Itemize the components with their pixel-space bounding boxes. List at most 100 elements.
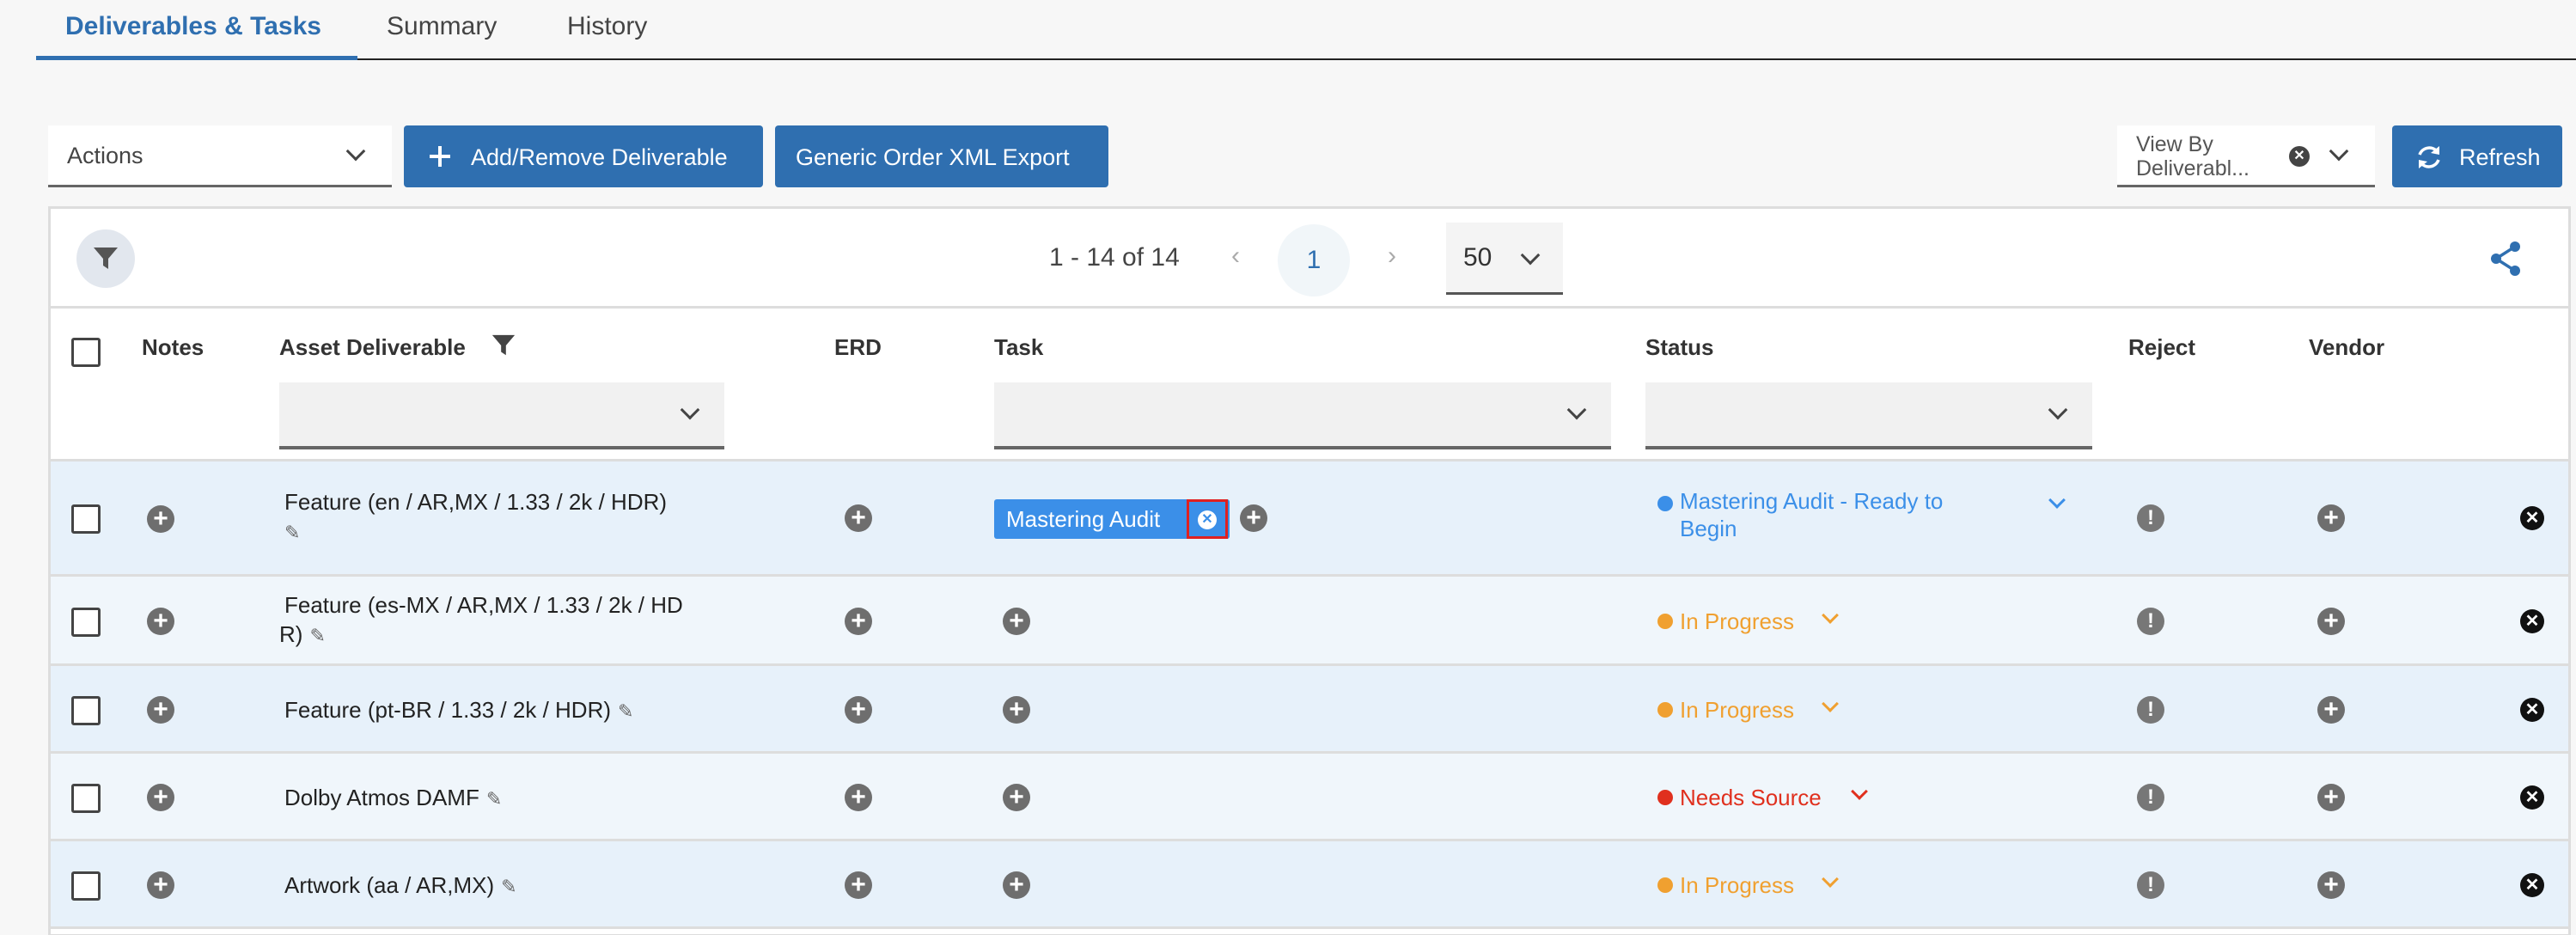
row-checkbox[interactable] (71, 608, 101, 637)
column-header-erd: ERD (834, 334, 882, 360)
row-checkbox[interactable] (71, 784, 101, 813)
add-remove-deliverable-button[interactable]: Add/Remove Deliverable (404, 125, 763, 187)
actions-dropdown[interactable]: Actions (48, 125, 392, 187)
delete-row-icon[interactable]: ✕ (2520, 698, 2544, 722)
grid-header: Notes Asset Deliverable ERD Task Status … (51, 309, 2568, 461)
share-icon[interactable] (2487, 240, 2525, 278)
actions-label: Actions (67, 143, 143, 168)
view-by-select[interactable]: View By Deliverabl... ✕ (2117, 125, 2375, 187)
add-erd-icon[interactable]: + (845, 608, 872, 635)
status-chevron-icon[interactable] (1822, 871, 1839, 888)
add-erd-icon[interactable]: + (845, 784, 872, 811)
status-text: In Progress (1680, 872, 1794, 898)
asset-deliverable-text: Feature (pt-BR / 1.33 / 2k / HDR) (284, 697, 612, 723)
add-erd-icon[interactable]: + (845, 504, 872, 532)
reject-icon[interactable]: ! (2137, 504, 2164, 532)
delete-row-icon[interactable]: ✕ (2520, 609, 2544, 633)
asset-deliverable-name: Feature (pt-BR / 1.33 / 2k / HDR) ✎ (284, 695, 633, 726)
column-filter-icon[interactable] (491, 333, 516, 358)
view-by-label: View By (2136, 132, 2213, 156)
chevron-down-icon[interactable] (2329, 141, 2349, 162)
page-size-value: 50 (1463, 243, 1492, 272)
table-row: + Feature (pt-BR / 1.33 / 2k / HDR) ✎ + +… (51, 666, 2568, 754)
status-dot (1657, 790, 1673, 805)
edit-pencil-icon[interactable]: ✎ (486, 785, 502, 814)
column-header-vendor: Vendor (2309, 334, 2385, 360)
clear-icon[interactable]: ✕ (2289, 146, 2310, 167)
add-vendor-icon[interactable]: + (2317, 608, 2345, 635)
add-task-icon[interactable]: + (1003, 608, 1030, 635)
view-by-value: Deliverabl... (2136, 156, 2249, 180)
asset-deliverable-name: Artwork (aa / AR,MX) ✎ (284, 871, 517, 901)
status-value[interactable]: Needs Source (1680, 784, 1822, 811)
chevron-down-icon (1566, 400, 1587, 420)
add-vendor-icon[interactable]: + (2317, 696, 2345, 724)
row-checkbox[interactable] (71, 696, 101, 725)
select-all-checkbox[interactable] (71, 338, 101, 367)
add-note-icon[interactable]: + (147, 608, 174, 635)
xml-export-label: Generic Order XML Export (796, 144, 1070, 170)
reject-icon[interactable]: ! (2137, 696, 2164, 724)
add-note-icon[interactable]: + (147, 871, 174, 899)
delete-row-icon[interactable]: ✕ (2520, 506, 2544, 530)
refresh-button[interactable]: Refresh (2392, 125, 2562, 187)
reject-icon[interactable]: ! (2137, 608, 2164, 635)
column-header-task: Task (994, 334, 1044, 360)
status-filter-select[interactable] (1645, 382, 2092, 449)
prev-page-icon[interactable]: ‹ (1231, 241, 1240, 271)
reject-icon[interactable]: ! (2137, 871, 2164, 899)
add-task-icon[interactable]: + (1240, 504, 1267, 532)
generic-order-xml-export-button[interactable]: Generic Order XML Export (775, 125, 1108, 187)
add-task-icon[interactable]: + (1003, 784, 1030, 811)
column-header-notes: Notes (142, 334, 204, 360)
edit-pencil-icon[interactable]: ✎ (618, 697, 633, 726)
status-chevron-icon[interactable] (1822, 607, 1839, 624)
close-icon: ✕ (1198, 510, 1217, 529)
next-page-icon[interactable]: › (1388, 241, 1396, 271)
status-value[interactable]: In Progress (1680, 696, 1794, 724)
add-erd-icon[interactable]: + (845, 696, 872, 724)
chevron-down-icon (345, 141, 366, 162)
remove-task-icon[interactable]: ✕ (1187, 499, 1228, 539)
status-value[interactable]: In Progress (1680, 871, 1794, 899)
status-chevron-icon[interactable] (2048, 492, 2066, 509)
current-page[interactable]: 1 (1278, 224, 1350, 296)
asset-deliverable-name: Feature (es-MX / AR,MX / 1.33 / 2k / HD … (279, 590, 683, 651)
pagination-range: 1 - 14 of 14 (1049, 243, 1180, 272)
asset-deliverable-name: Feature (en / AR,MX / 1.33 / 2k / HDR) ✎ (284, 487, 667, 547)
add-vendor-icon[interactable]: + (2317, 784, 2345, 811)
task-filter-select[interactable] (994, 382, 1611, 449)
status-chevron-icon[interactable] (1822, 695, 1839, 712)
tab-summary[interactable]: Summary (387, 12, 497, 41)
status-value[interactable]: Mastering Audit - Ready to Begin (1680, 487, 1943, 542)
reject-icon[interactable]: ! (2137, 784, 2164, 811)
table-row: + Dolby Atmos DAMF ✎ + + Needs Source ! +… (51, 754, 2568, 841)
asset-deliverable-text: Feature (es-MX / AR,MX / 1.33 / 2k / HD (284, 592, 683, 618)
row-checkbox[interactable] (71, 504, 101, 534)
tab-history[interactable]: History (567, 12, 647, 41)
delete-row-icon[interactable]: ✕ (2520, 785, 2544, 810)
add-task-icon[interactable]: + (1003, 696, 1030, 724)
row-checkbox[interactable] (71, 871, 101, 901)
filter-toggle-button[interactable] (76, 229, 135, 288)
add-vendor-icon[interactable]: + (2317, 504, 2345, 532)
refresh-icon (2418, 146, 2440, 168)
tab-deliverables-tasks[interactable]: Deliverables & Tasks (65, 12, 321, 41)
add-vendor-icon[interactable]: + (2317, 871, 2345, 899)
add-task-icon[interactable]: + (1003, 871, 1030, 899)
status-chevron-icon[interactable] (1851, 783, 1868, 800)
add-erd-icon[interactable]: + (845, 871, 872, 899)
page-size-select[interactable]: 50 (1446, 223, 1563, 295)
edit-pencil-icon[interactable]: ✎ (501, 872, 516, 901)
asset-deliverable-filter-select[interactable] (279, 382, 724, 449)
chevron-down-icon (1520, 245, 1541, 266)
edit-pencil-icon[interactable]: ✎ (309, 621, 325, 651)
status-value[interactable]: In Progress (1680, 608, 1794, 635)
edit-pencil-icon[interactable]: ✎ (284, 518, 300, 547)
delete-row-icon[interactable]: ✕ (2520, 873, 2544, 897)
add-note-icon[interactable]: + (147, 505, 174, 533)
add-note-icon[interactable]: + (147, 784, 174, 811)
add-note-icon[interactable]: + (147, 696, 174, 724)
asset-deliverable-text: Feature (en / AR,MX / 1.33 / 2k / HDR) (284, 489, 668, 515)
status-text: In Progress (1680, 608, 1794, 634)
